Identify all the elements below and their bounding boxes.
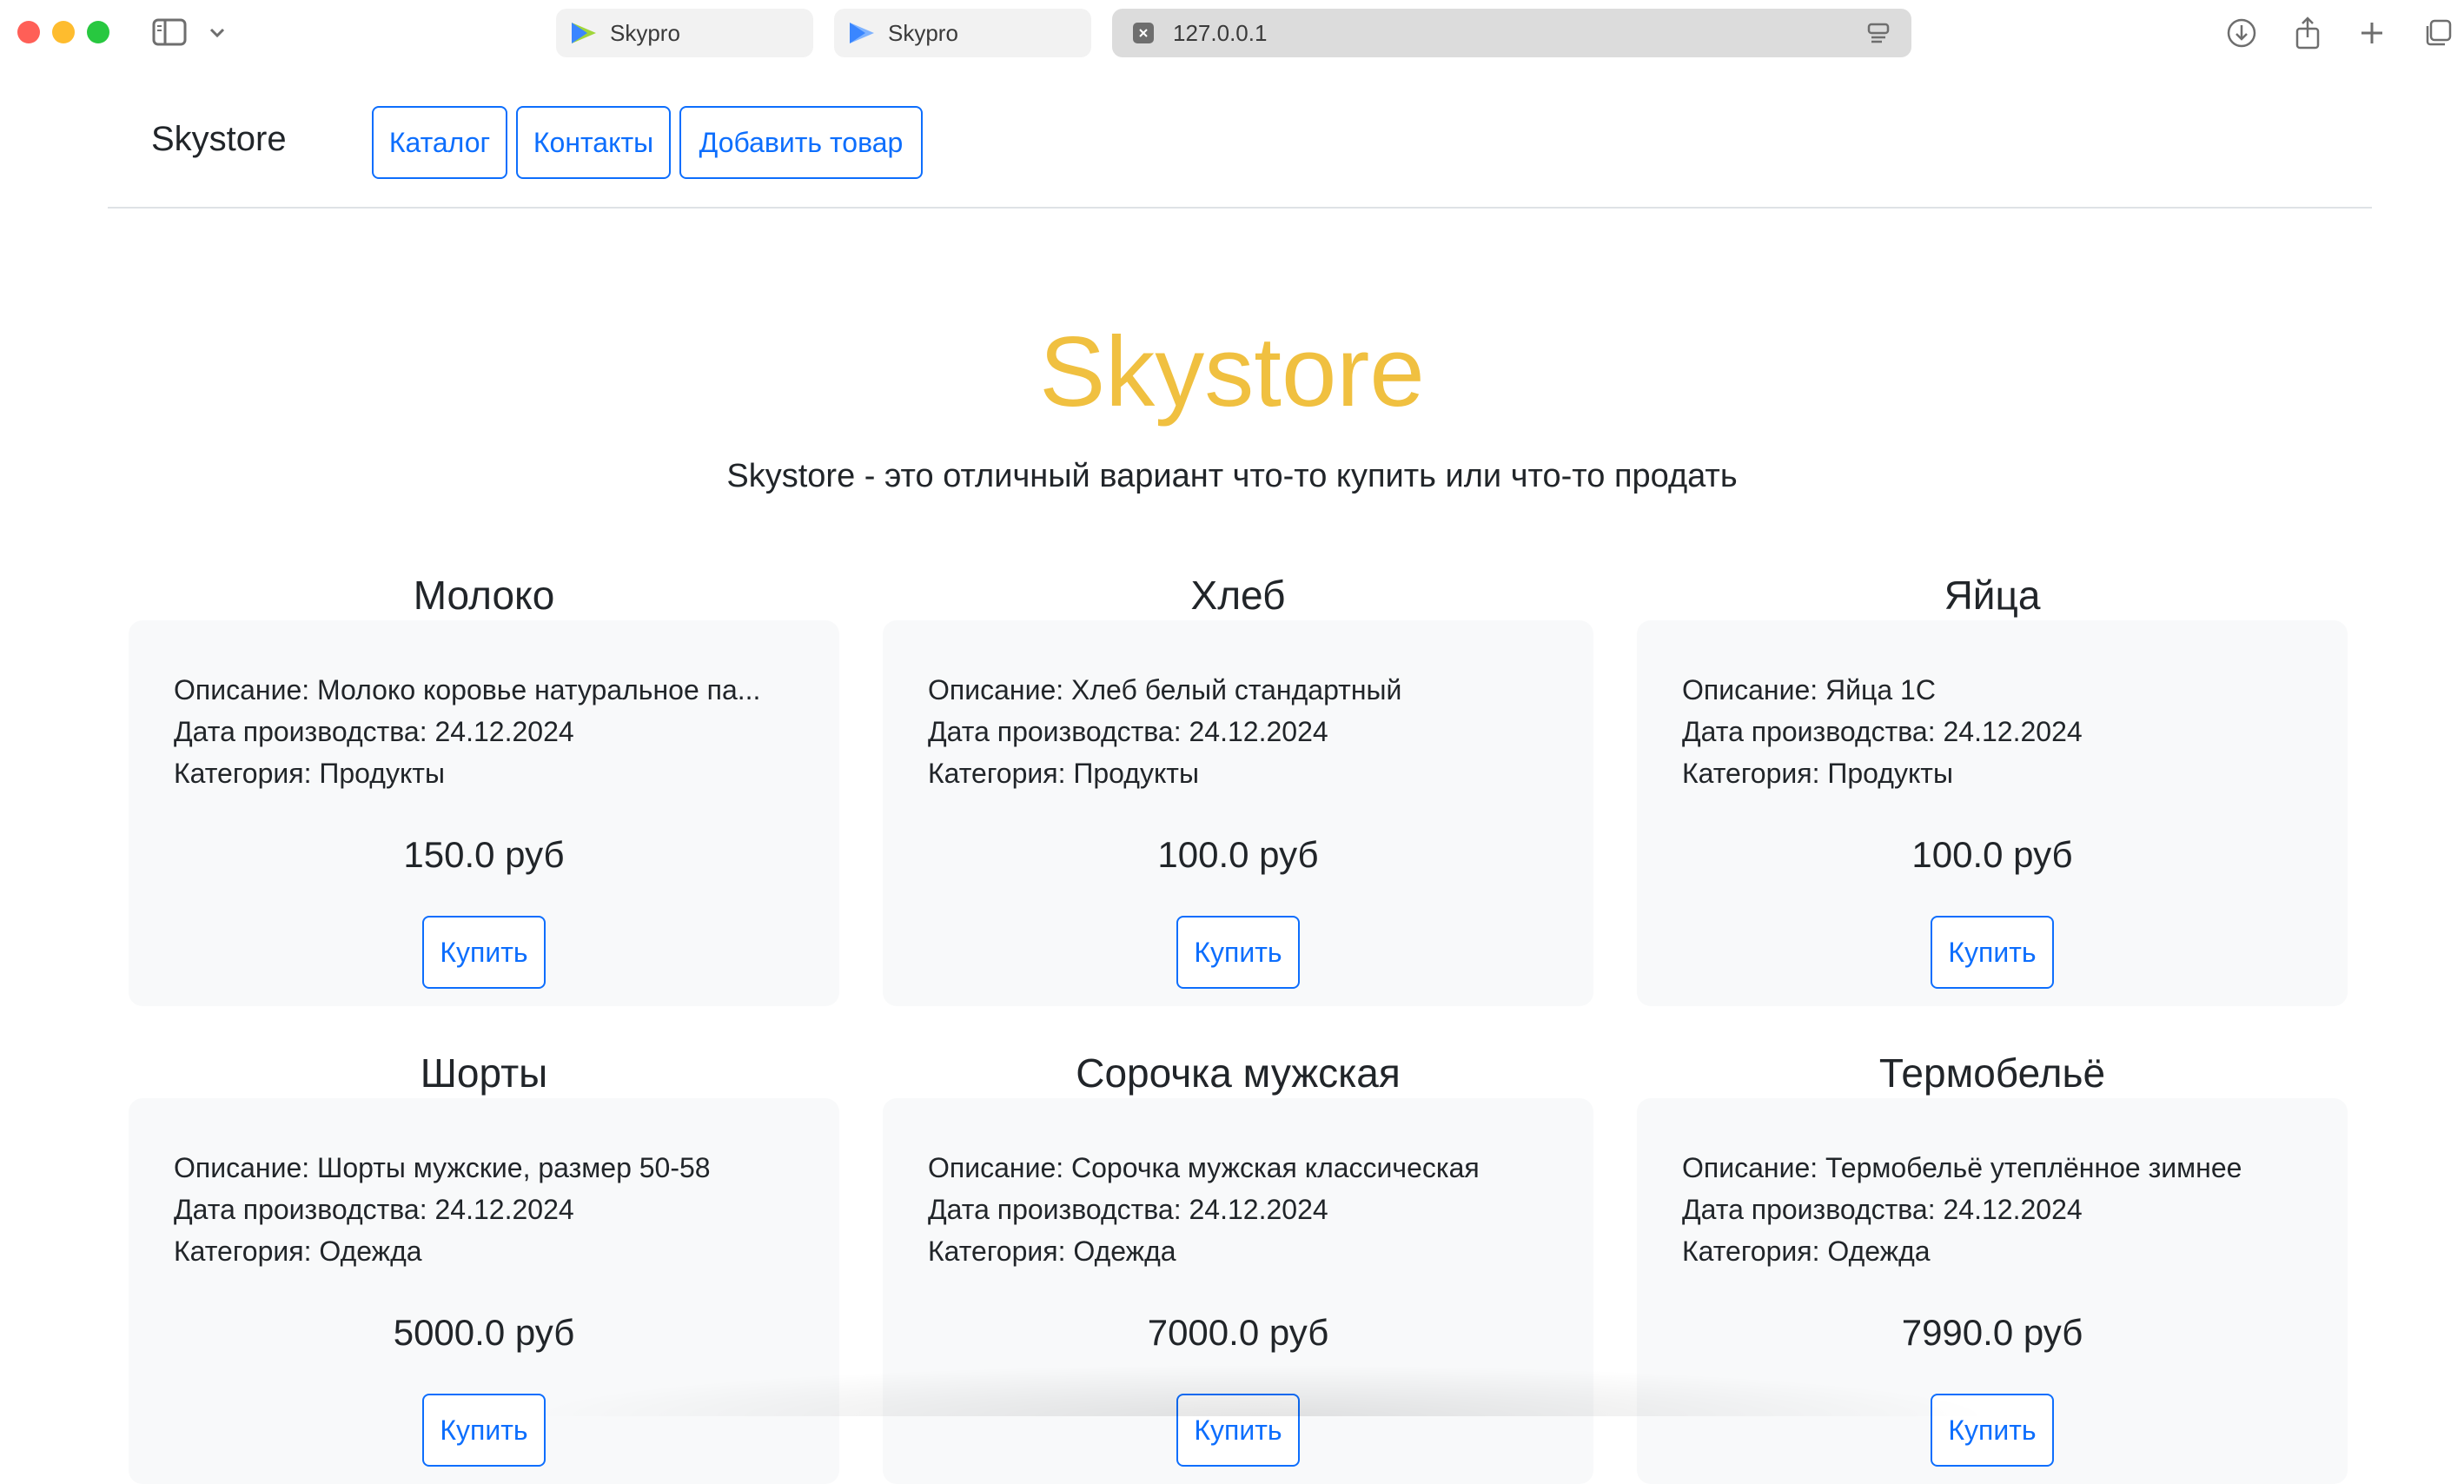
sidebar-icon[interactable] — [151, 17, 188, 47]
reader-icon[interactable] — [1866, 23, 1891, 45]
product-category: Категория: Продукты — [928, 758, 1199, 789]
buy-button[interactable]: Купить — [1931, 916, 2054, 989]
product-title: Термобельё — [1878, 1050, 2106, 1096]
product-card-body: Описание: Сорочка мужская классическая Д… — [883, 1098, 1593, 1484]
browser-tab[interactable]: Skypro — [834, 9, 1091, 57]
product-description: Описание: Термобельё утеплённое зимнее — [1682, 1152, 2242, 1183]
skypro-favicon-icon — [848, 20, 878, 46]
product-date: Дата производства: 24.12.2024 — [1682, 1194, 2083, 1225]
plus-icon[interactable] — [2355, 16, 2389, 50]
product-category: Категория: Одежда — [174, 1236, 422, 1267]
buy-button[interactable]: Купить — [1176, 916, 1300, 989]
close-window-button[interactable] — [17, 21, 40, 43]
hero-subtitle: Skystore - это отличный вариант что-то к… — [726, 458, 1738, 494]
product-title: Сорочка мужская — [1076, 1050, 1401, 1096]
product-price: 7000.0 руб — [1147, 1312, 1329, 1353]
product-price: 100.0 руб — [1911, 834, 2073, 875]
download-icon[interactable] — [2224, 16, 2259, 50]
buy-button[interactable]: Купить — [1176, 1394, 1300, 1467]
minimize-window-button[interactable] — [52, 21, 75, 43]
product-price: 150.0 руб — [403, 834, 565, 875]
brand-logo[interactable]: Skystore — [151, 120, 287, 159]
product-description: Описание: Хлеб белый стандартный — [928, 674, 1402, 706]
product-date: Дата производства: 24.12.2024 — [928, 716, 1328, 747]
tabs-overview-icon[interactable] — [2421, 16, 2455, 50]
product-card-body: Описание: Шорты мужские, размер 50-58 Да… — [129, 1098, 839, 1484]
product-date: Дата производства: 24.12.2024 — [1682, 716, 2083, 747]
site-header: Skystore Каталог Контакты Добавить товар — [108, 96, 2372, 209]
product-price: 100.0 руб — [1157, 834, 1319, 875]
zoom-window-button[interactable] — [87, 21, 109, 43]
skypro-favicon-icon — [570, 20, 599, 46]
product-category: Категория: Одежда — [928, 1236, 1176, 1267]
browser-toolbar: Skypro Skypro 127.0.0.1 — [0, 0, 2464, 66]
product-card-body: Описание: Молоко коровье натуральное па.… — [129, 620, 839, 1006]
product-description: Описание: Сорочка мужская классическая — [928, 1152, 1480, 1183]
product-category: Категория: Продукты — [174, 758, 445, 789]
product-date: Дата производства: 24.12.2024 — [928, 1194, 1328, 1225]
product-category: Категория: Продукты — [1682, 758, 1953, 789]
product-date: Дата производства: 24.12.2024 — [174, 1194, 574, 1225]
product-card-body: Описание: Хлеб белый стандартный Дата пр… — [883, 620, 1593, 1006]
share-icon[interactable] — [2290, 16, 2325, 50]
product-description: Описание: Яйца 1С — [1682, 674, 1936, 706]
buy-button[interactable]: Купить — [422, 916, 546, 989]
product-title: Хлеб — [1190, 573, 1286, 618]
product-description: Описание: Шорты мужские, размер 50-58 — [174, 1152, 711, 1183]
browser-tab[interactable]: Skypro — [556, 9, 813, 57]
product-title: Шорты — [420, 1050, 548, 1096]
browser-tab-active[interactable]: 127.0.0.1 — [1112, 9, 1911, 57]
product-card-body: Описание: Яйца 1С Дата производства: 24.… — [1637, 620, 2348, 1006]
product-title: Яйца — [1944, 573, 2041, 618]
contacts-button[interactable]: Контакты — [516, 106, 671, 179]
product-title: Молоко — [413, 573, 555, 618]
product-date: Дата производства: 24.12.2024 — [174, 716, 574, 747]
address-text[interactable]: 127.0.0.1 — [1173, 20, 1267, 47]
tab-label: Skypro — [888, 19, 958, 46]
product-description: Описание: Молоко коровье натуральное па.… — [174, 674, 761, 706]
chevron-down-icon[interactable] — [205, 21, 229, 45]
buy-button[interactable]: Купить — [1931, 1394, 2054, 1467]
buy-button[interactable]: Купить — [422, 1394, 546, 1467]
product-price: 5000.0 руб — [393, 1312, 575, 1353]
close-tab-icon[interactable] — [1133, 23, 1154, 43]
catalog-button[interactable]: Каталог — [372, 106, 507, 179]
hero-title: Skystore — [1039, 317, 1425, 427]
add-product-button[interactable]: Добавить товар — [679, 106, 923, 179]
product-price: 7990.0 руб — [1901, 1312, 2083, 1353]
product-category: Категория: Одежда — [1682, 1236, 1931, 1267]
tab-label: Skypro — [610, 19, 680, 46]
product-card-body: Описание: Термобельё утеплённое зимнее Д… — [1637, 1098, 2348, 1484]
